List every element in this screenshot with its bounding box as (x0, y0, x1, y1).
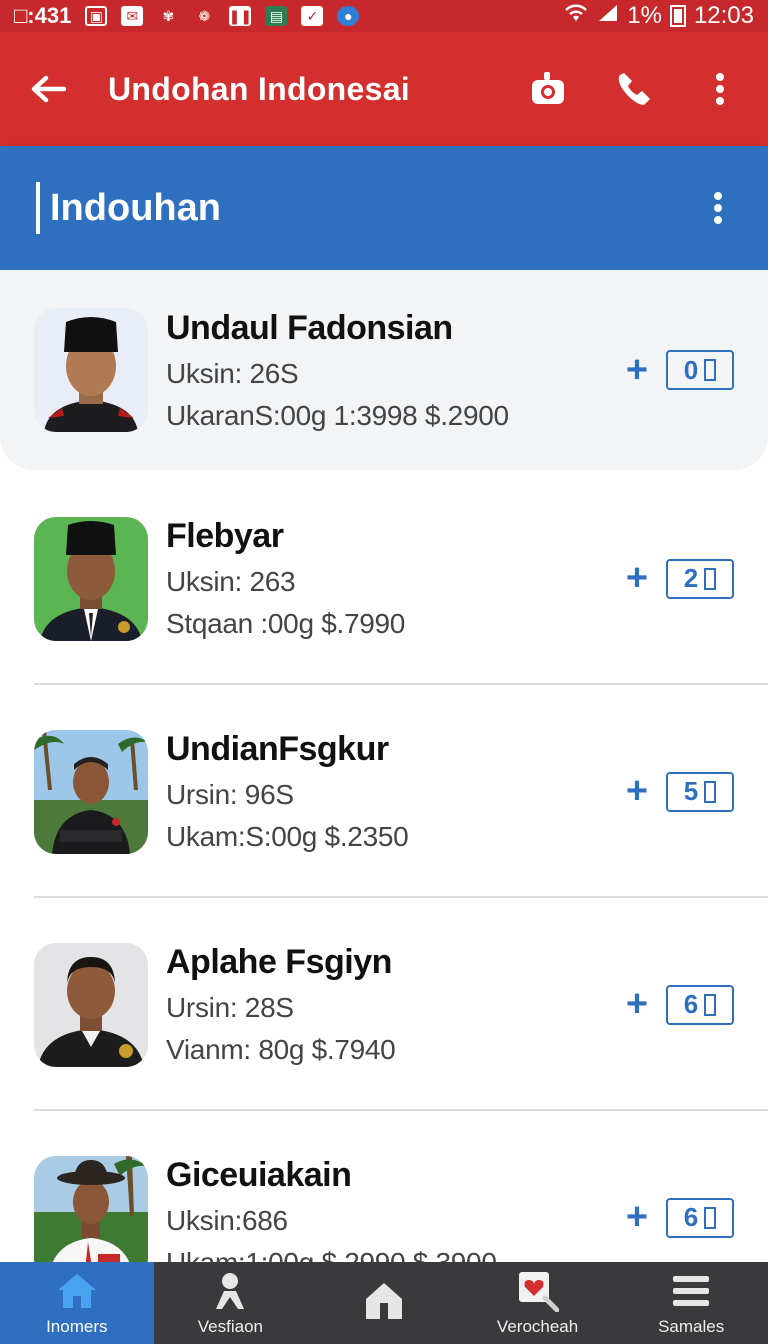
box-icon (704, 993, 717, 1016)
item-detail: Uksin:686 (166, 1205, 288, 1236)
more-vert-icon (716, 73, 724, 105)
person-icon (208, 1269, 252, 1313)
avatar (34, 942, 148, 1067)
flower-icon: ✾ (162, 7, 175, 24)
nav-house[interactable] (307, 1262, 461, 1344)
item-price: Ukam:S:00g $.2350 (166, 821, 409, 852)
quantity-box[interactable]: 0 (666, 350, 734, 390)
section-more-button[interactable] (690, 180, 746, 236)
list-item[interactable]: Flebyar Uksin: 263 Stqaan :00g $.7990 + … (0, 472, 768, 685)
quantity-box[interactable]: 5 (666, 771, 734, 812)
battery-icon (669, 5, 686, 27)
item-price: Stqaan :00g $.7990 (166, 608, 406, 639)
box-icon (704, 359, 717, 381)
item-detail: Uksin: 263 (166, 566, 296, 597)
quantity-value: 0 (683, 354, 699, 385)
photo-icon: ▣ (85, 6, 108, 26)
item-price: Vianm: 80g $.7940 (166, 1034, 396, 1065)
battery-percent: 1% (627, 2, 662, 29)
camera-button[interactable] (520, 61, 576, 117)
bottom-nav: Inomers Vesfiaon Verocheah Samales (0, 1262, 768, 1344)
quantity-value: 5 (683, 776, 699, 806)
quantity-value: 2 (683, 563, 699, 593)
text-cursor (36, 182, 40, 234)
signal-icon (597, 2, 619, 30)
add-button[interactable]: + (620, 557, 654, 600)
list-item[interactable]: Aplahe Fsgiyn Ursin: 28S Vianm: 80g $.79… (0, 898, 768, 1111)
item-list: Undaul Fadonsian Uksin: 26S UkaranS:00g … (0, 270, 768, 1262)
app-title: Undohan Indonesai (108, 70, 410, 107)
section-title: Indouhan (50, 186, 221, 229)
avatar (34, 729, 148, 854)
quantity-value: 6 (683, 1202, 699, 1232)
item-detail: Ursin: 28S (166, 992, 294, 1023)
item-name: Flebyar (166, 517, 284, 555)
nav-menu[interactable]: Samales (614, 1262, 768, 1344)
item-detail: Uksin: 26S (166, 357, 299, 389)
item-name: UndianFsgkur (166, 730, 389, 768)
home-icon (55, 1269, 99, 1313)
nav-home[interactable]: Inomers (0, 1262, 154, 1344)
camera-icon (532, 72, 564, 104)
item-price: UkaranS:00g 1:3998 $.2900 (166, 399, 509, 431)
box-icon (704, 780, 717, 803)
settings-icon: ❁ (198, 7, 211, 24)
avatar (34, 516, 148, 641)
check-icon: ✓ (301, 6, 324, 26)
box-icon (704, 567, 717, 590)
more-button[interactable] (692, 61, 748, 117)
section-bar: Indouhan (0, 146, 768, 270)
more-vert-icon (714, 192, 722, 224)
item-name: Aplahe Fsgiyn (166, 943, 392, 981)
quantity-box[interactable]: 2 (666, 558, 734, 599)
heart-search-icon (516, 1269, 560, 1313)
nav-search[interactable]: Verocheah (461, 1262, 615, 1344)
arrow-left-icon (31, 75, 66, 103)
add-button[interactable]: + (620, 983, 654, 1026)
status-bar: □:431 ▣ ✉ ✾ ❁ ❚❚ ▤ ✓ ● 1% 12:03 (0, 0, 768, 32)
nav-label: Samales (658, 1317, 725, 1336)
item-name: Giceuiakain (166, 1156, 352, 1194)
list-item[interactable]: Undaul Fadonsian Uksin: 26S UkaranS:00g … (0, 270, 768, 470)
nav-label: Vesfiaon (197, 1317, 263, 1336)
quantity-box[interactable]: 6 (666, 1197, 734, 1238)
browser-icon: ● (337, 6, 360, 26)
house-icon (362, 1279, 406, 1323)
item-name: Undaul Fadonsian (166, 308, 453, 347)
nav-label: Verocheah (496, 1317, 579, 1336)
status-left-text: □:431 (14, 3, 72, 28)
nav-person[interactable]: Vesfiaon (154, 1262, 308, 1344)
phone-button[interactable] (606, 61, 662, 117)
add-button[interactable]: + (620, 349, 654, 392)
news-icon: ▤ (265, 6, 288, 26)
pause-icon: ❚❚ (229, 6, 252, 26)
status-time: 12:03 (693, 2, 754, 29)
list-item[interactable]: Giceuiakain Uksin:686 Ukam:1:00g $.2990 … (0, 1111, 768, 1262)
back-button[interactable] (18, 59, 78, 119)
item-detail: Ursin: 96S (166, 779, 294, 810)
list-item[interactable]: UndianFsgkur Ursin: 96S Ukam:S:00g $.235… (0, 685, 768, 898)
wifi-icon (563, 2, 589, 30)
phone-icon (618, 73, 650, 105)
quantity-value: 6 (683, 989, 699, 1019)
avatar (34, 308, 148, 432)
quantity-box[interactable]: 6 (666, 984, 734, 1025)
avatar (34, 1155, 148, 1262)
item-price: Ukam:1:00g $.2990 $.3900 (166, 1247, 620, 1262)
app-bar: Undohan Indonesai (0, 32, 768, 146)
nav-label: Inomers (46, 1317, 108, 1336)
mail-icon: ✉ (121, 6, 144, 26)
menu-icon (669, 1269, 713, 1313)
box-icon (704, 1206, 717, 1229)
add-button[interactable]: + (620, 770, 654, 813)
add-button[interactable]: + (620, 1196, 654, 1239)
